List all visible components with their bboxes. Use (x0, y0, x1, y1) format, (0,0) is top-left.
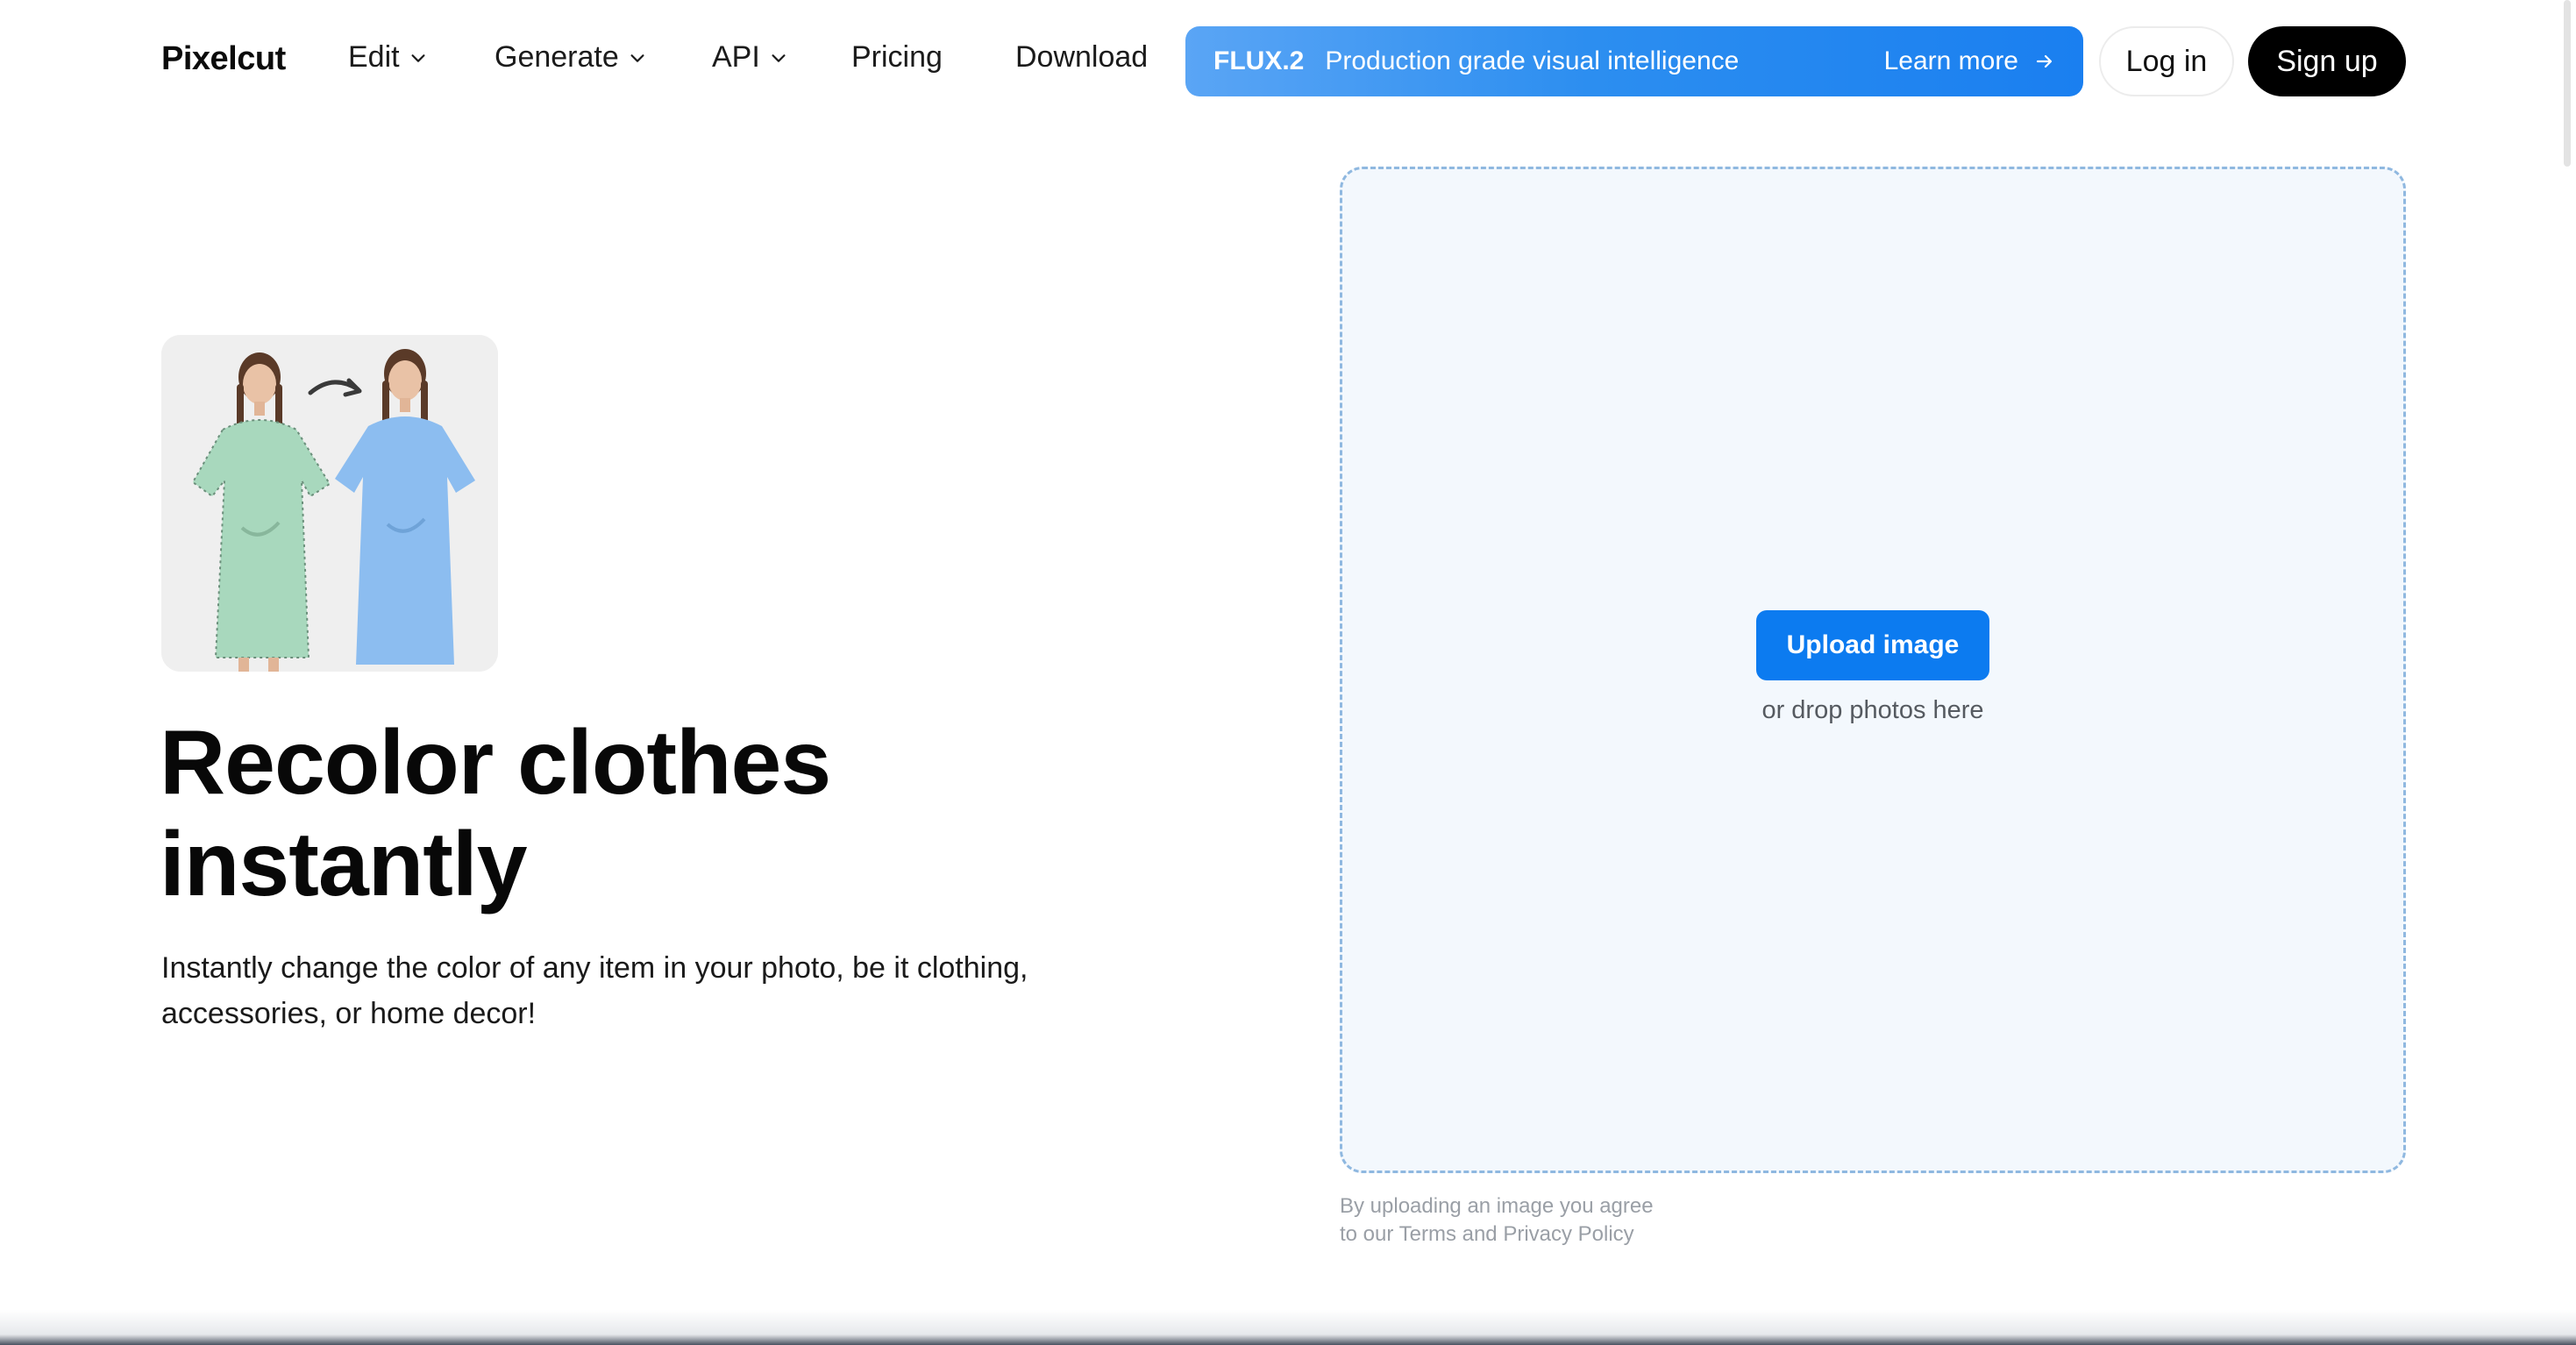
brand-logo[interactable]: Pixelcut (161, 40, 286, 78)
nav-item-label: Download (1015, 40, 1149, 74)
nav-item-label: Generate (495, 40, 619, 74)
nav-item-download[interactable]: Download (1015, 40, 1148, 75)
title-line-2: instantly (160, 814, 528, 915)
recolor-example-image (161, 335, 498, 672)
page-title: Recolor clothes instantly (160, 712, 1212, 915)
nav-item-label: Edit (348, 40, 400, 74)
chevron-down-icon (769, 48, 788, 68)
drop-hint: or drop photos here (1761, 696, 1984, 724)
promo-tag: FLUX.2 (1213, 46, 1305, 75)
flux-promo-banner[interactable]: FLUX.2 Production grade visual intellige… (1185, 26, 2083, 96)
hero-description: Instantly change the color of any item i… (161, 951, 1028, 1030)
nav-item-pricing[interactable]: Pricing (851, 40, 943, 75)
upload-image-button[interactable]: Upload image (1756, 610, 1989, 680)
promo-text: Production grade visual intelligence (1325, 46, 1740, 75)
nav-item-edit[interactable]: Edit (348, 40, 428, 75)
learn-more-label: Learn more (1883, 46, 2018, 75)
nav-item-label: Pricing (851, 40, 943, 74)
signup-button[interactable]: Sign up (2248, 26, 2406, 96)
upload-legal-notice: By uploading an image you agree to our T… (1340, 1192, 1796, 1249)
nav-item-api[interactable]: API (712, 40, 788, 75)
page-scrollbar[interactable] (2564, 0, 2571, 167)
learn-more-link[interactable]: Learn more (1884, 46, 2055, 76)
window-bottom-edge (0, 1310, 2576, 1345)
nav-item-label: API (712, 40, 760, 74)
legal-line-1: By uploading an image you agree (1340, 1194, 1654, 1218)
login-button[interactable]: Log in (2099, 26, 2234, 96)
legal-line-2[interactable]: to our Terms and Privacy Policy (1340, 1220, 1796, 1249)
nav-item-generate[interactable]: Generate (495, 40, 647, 75)
arrow-right-icon (2034, 51, 2055, 72)
chevron-down-icon (409, 48, 428, 68)
top-nav: Pixelcut Edit Generate API Pricing Downl… (0, 0, 2576, 123)
title-line-1: Recolor clothes (160, 712, 831, 814)
chevron-down-icon (628, 48, 647, 68)
